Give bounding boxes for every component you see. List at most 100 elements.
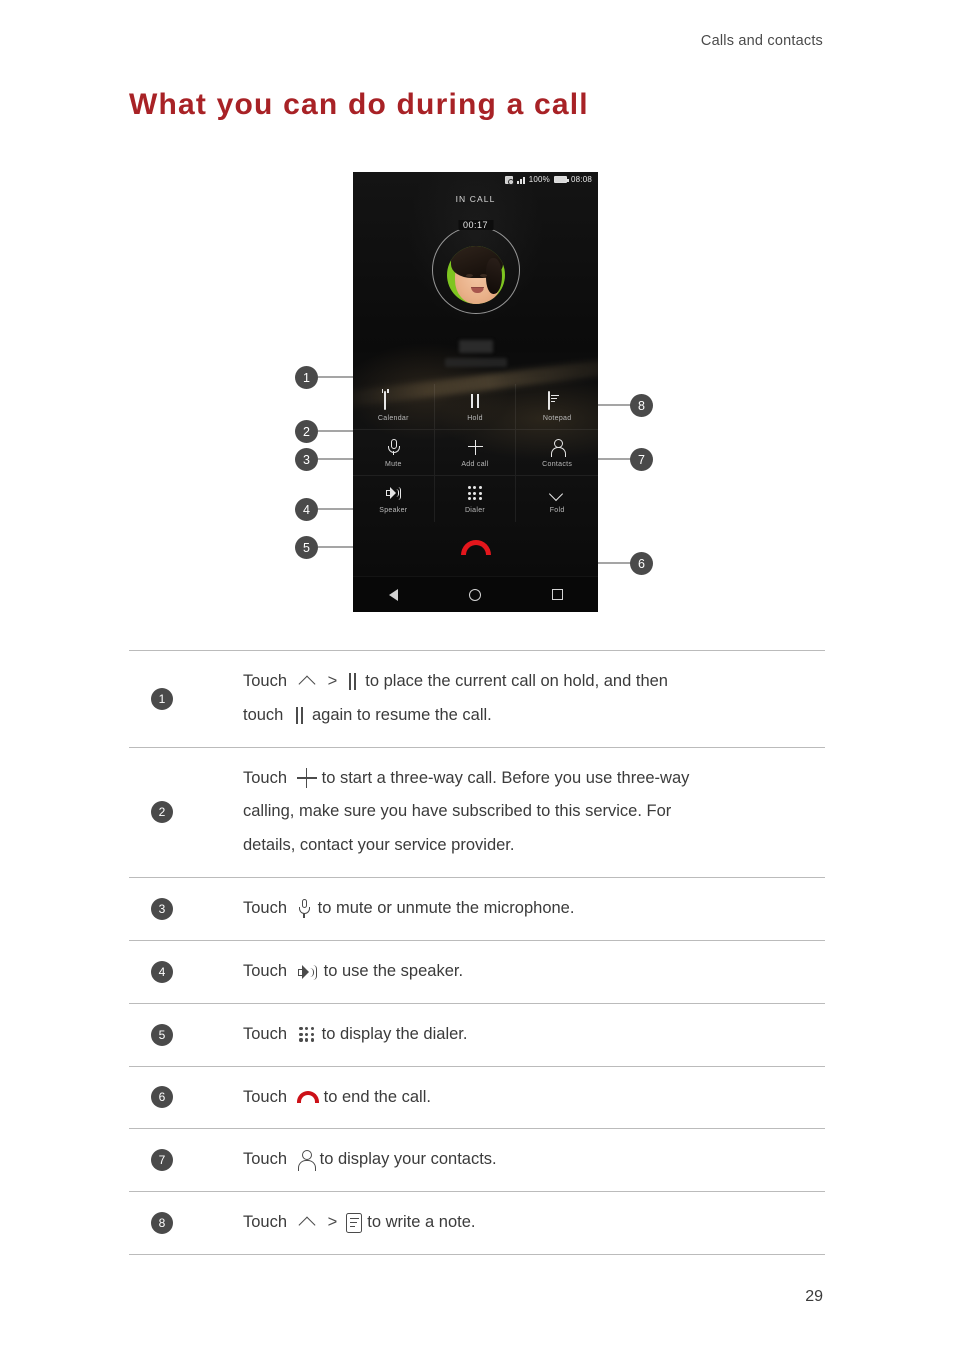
description-text: to use the speaker. xyxy=(323,961,464,980)
row-number-badge: 4 xyxy=(151,960,173,983)
call-button-calendar[interactable]: Calendar xyxy=(353,384,435,430)
row-description-cell: Touch to display the dialer. xyxy=(195,1004,825,1066)
dialpad-icon xyxy=(297,1024,317,1044)
call-button-label: Notepad xyxy=(542,414,572,422)
person-icon xyxy=(297,1149,316,1171)
person-icon xyxy=(548,438,567,457)
row-number-cell: 5 xyxy=(129,1023,195,1046)
in-call-button-grid: Calendar Hold Notepad Mute Add call Cont… xyxy=(353,384,598,522)
table-row: 8 Touch > to write a note. xyxy=(129,1192,825,1255)
call-button-label: Add call xyxy=(461,460,489,468)
pause-icon xyxy=(293,706,307,724)
description-text: to end the call. xyxy=(323,1087,431,1106)
notepad-icon xyxy=(346,1212,363,1233)
call-button-contacts[interactable]: Contacts xyxy=(516,430,598,476)
description-line: Touch to end the call. xyxy=(243,1081,815,1115)
description-text: calling, make sure you have subscribed t… xyxy=(243,802,672,821)
call-button-speaker[interactable]: Speaker xyxy=(353,476,435,522)
microphone-icon xyxy=(384,438,402,456)
step-separator: > xyxy=(327,672,338,690)
end-call-button[interactable] xyxy=(460,540,491,556)
row-number-badge: 5 xyxy=(151,1023,173,1046)
description-line: calling, make sure you have subscribed t… xyxy=(243,795,815,829)
plus-icon xyxy=(466,438,484,456)
row-number-badge: 1 xyxy=(151,687,173,710)
pause-icon xyxy=(466,392,484,410)
callout-bubble-7: 7 xyxy=(630,448,653,471)
call-button-label: Speaker xyxy=(379,507,408,514)
description-line: Touch to display the dialer. xyxy=(243,1018,815,1052)
speaker-icon xyxy=(384,484,402,502)
row-number-cell: 3 xyxy=(129,897,195,920)
row-description-cell: Touch > to place the current call on hold… xyxy=(195,651,825,747)
call-button-notepad[interactable]: Notepad xyxy=(516,384,598,430)
description-text: to place the current call on hold, and t… xyxy=(365,672,668,690)
alarm-icon xyxy=(504,175,514,185)
callout-bubble-3: 3 xyxy=(295,448,318,471)
row-description-cell: Touch to start a three-way call. Before … xyxy=(195,748,825,877)
description-line: Touch to mute or unmute the microphone. xyxy=(243,892,815,926)
callout-bubble-8: 8 xyxy=(630,394,653,417)
end-call-icon xyxy=(296,1090,319,1104)
home-icon[interactable] xyxy=(468,588,481,601)
row-number-badge: 7 xyxy=(151,1149,173,1172)
row-number-badge: 2 xyxy=(151,801,173,824)
row-number-cell: 4 xyxy=(129,960,195,983)
call-button-fold[interactable]: Fold xyxy=(516,476,598,522)
description-text: Touch xyxy=(243,1213,288,1232)
microphone-icon xyxy=(297,898,313,919)
signal-bars-icon xyxy=(516,176,525,184)
row-description-cell: Touch > to write a note. xyxy=(195,1192,825,1254)
description-text: Touch xyxy=(243,1087,288,1106)
end-call-icon xyxy=(460,540,491,555)
status-bar: 100% 08:08 xyxy=(504,175,592,185)
description-text: touch xyxy=(243,705,284,724)
table-row: 2 Touch to start a three-way call. Before… xyxy=(129,748,825,879)
callout-bubble-1: 1 xyxy=(295,366,318,389)
description-line: details, contact your service provider. xyxy=(243,829,815,863)
avatar xyxy=(446,246,505,304)
row-number-cell: 6 xyxy=(129,1086,195,1109)
call-button-label: Fold xyxy=(549,507,565,514)
call-button-label: Dialer xyxy=(464,507,486,514)
page-title: What you can do during a call xyxy=(129,88,589,122)
call-button-label: Mute xyxy=(384,460,402,468)
description-text: Touch xyxy=(243,961,288,980)
caret-up-icon xyxy=(297,675,319,689)
callout-bubble-5: 5 xyxy=(295,536,318,559)
pause-icon xyxy=(346,673,360,691)
page-number: 29 xyxy=(805,1288,823,1305)
legend-table: 1 Touch > to place the current call on hol… xyxy=(129,650,825,1255)
dialpad-icon xyxy=(466,484,484,502)
notepad-icon xyxy=(548,390,566,410)
description-text: to mute or unmute the microphone. xyxy=(317,899,575,918)
description-text: to start a three-way call. Before you us… xyxy=(321,768,690,787)
description-text: Touch xyxy=(243,1150,288,1169)
row-description-cell: Touch to display your contacts. xyxy=(195,1129,825,1191)
chevron-down-icon xyxy=(548,484,566,502)
calendar-icon xyxy=(384,390,402,410)
call-button-hold[interactable]: Hold xyxy=(434,384,517,430)
call-button-dialer[interactable]: Dialer xyxy=(435,476,517,522)
call-button-mute[interactable]: Mute xyxy=(353,430,435,476)
table-row: 3 Touch to mute or unmute the microphone. xyxy=(129,878,825,941)
table-row: 1 Touch > to place the current call on hol… xyxy=(129,651,825,748)
contact-number-blurred xyxy=(444,358,507,367)
row-number-cell: 7 xyxy=(129,1149,195,1172)
description-line: Touch > to place the current call on hold… xyxy=(243,665,815,699)
description-text: again to resume the call. xyxy=(311,705,492,724)
call-button-add-call[interactable]: Add call xyxy=(434,430,517,476)
row-number-cell: 8 xyxy=(129,1212,195,1235)
description-text: Touch xyxy=(243,672,288,690)
description-line: touch again to resume the call. xyxy=(243,699,815,733)
description-text: Touch xyxy=(243,768,288,787)
table-row: 6 Touch to end the call. xyxy=(129,1067,825,1130)
recents-icon[interactable] xyxy=(551,589,563,600)
status-clock: 08:08 xyxy=(570,175,592,184)
row-number-cell: 1 xyxy=(129,687,195,710)
speaker-icon xyxy=(297,963,319,981)
back-icon[interactable] xyxy=(388,588,398,601)
description-text: Touch xyxy=(243,899,288,918)
plus-icon xyxy=(296,768,317,789)
row-description-cell: Touch to mute or unmute the microphone. xyxy=(195,878,825,940)
